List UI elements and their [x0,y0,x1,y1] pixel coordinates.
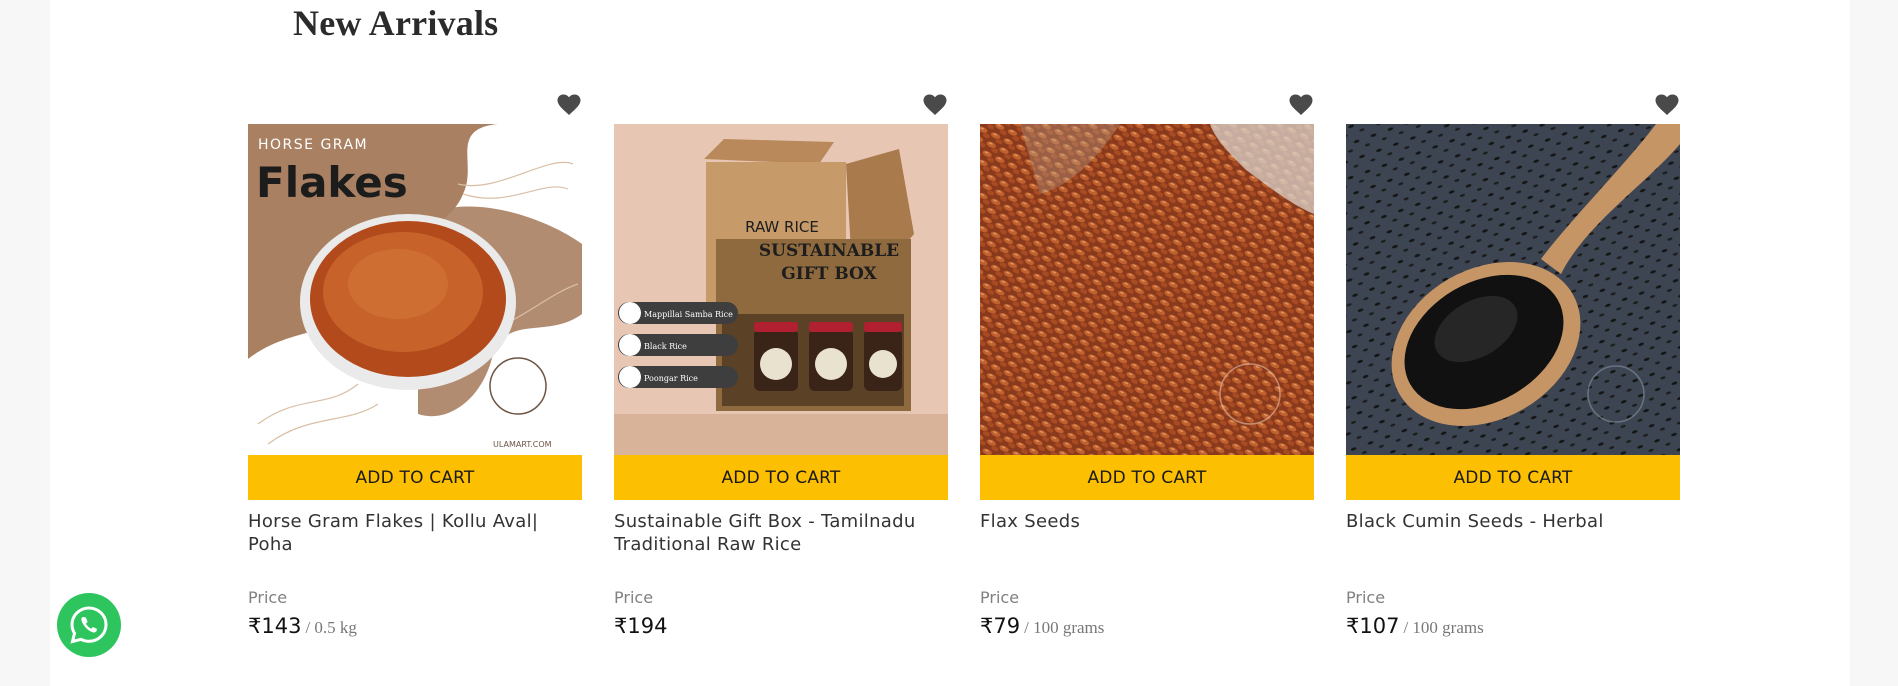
add-to-cart-button[interactable]: ADD TO CART [980,455,1314,500]
svg-text:HORSE GRAM: HORSE GRAM [258,137,368,153]
price-unit: / 0.5 kg [305,618,357,637]
wishlist-button[interactable] [1654,92,1680,118]
product-image[interactable] [1346,124,1680,455]
svg-text:SUSTAINABLE: SUSTAINABLE [759,241,899,261]
svg-text:Black Rice: Black Rice [644,342,687,351]
heart-icon [557,94,581,115]
add-to-cart-button[interactable]: ADD TO CART [614,455,948,500]
price-row: ₹107/ 100 grams [1346,614,1484,638]
price-unit: / 100 grams [1403,618,1484,637]
add-to-cart-button[interactable]: ADD TO CART [1346,455,1680,500]
whatsapp-chat-button[interactable] [57,593,121,657]
product-name[interactable]: Flax Seeds [980,510,1314,533]
product-name[interactable]: Horse Gram Flakes | Kollu Aval| Poha [248,510,582,556]
product-card: Mappillai Samba Rice Black Rice Poongar … [614,92,948,652]
price-value: ₹79 [980,614,1021,638]
svg-text:Mappillai Samba Rice: Mappillai Samba Rice [644,310,733,319]
product-name[interactable]: Sustainable Gift Box - Tamilnadu Traditi… [614,510,948,556]
price-row: ₹143/ 0.5 kg [248,614,357,638]
heart-icon [923,94,947,115]
wishlist-button[interactable] [922,92,948,118]
price-label: Price [614,588,654,607]
product-image[interactable]: HORSE GRAM Flakes ULAMART.COM [248,124,582,455]
wishlist-button[interactable] [556,92,582,118]
product-card: ADD TO CART Black Cumin Seeds - Herbal P… [1346,92,1680,652]
price-row: ₹79/ 100 grams [980,614,1104,638]
section-title: New Arrivals [293,3,499,43]
product-image[interactable]: Mappillai Samba Rice Black Rice Poongar … [614,124,948,455]
price-label: Price [248,588,288,607]
product-card: HORSE GRAM Flakes ULAMART.COM ADD TO CAR… [248,92,582,652]
price-label: Price [980,588,1020,607]
svg-text:Flakes: Flakes [256,158,408,207]
heart-icon [1289,94,1313,115]
wishlist-button[interactable] [1288,92,1314,118]
svg-text:RAW RICE: RAW RICE [745,218,819,236]
product-name[interactable]: Black Cumin Seeds - Herbal [1346,510,1680,533]
page-container: New Arrivals HORSE GRAM Flakes ULAMART.C… [50,0,1850,686]
product-card: ADD TO CART Flax Seeds Price ₹79/ 100 gr… [980,92,1314,652]
whatsapp-icon [70,606,108,644]
price-value: ₹107 [1346,614,1400,638]
svg-text:ULAMART.COM: ULAMART.COM [493,440,552,449]
svg-text:GIFT BOX: GIFT BOX [781,264,877,284]
add-to-cart-button[interactable]: ADD TO CART [248,455,582,500]
svg-text:Poongar Rice: Poongar Rice [644,374,698,383]
price-label: Price [1346,588,1386,607]
price-row: ₹194 [614,614,671,638]
price-value: ₹143 [248,614,302,638]
product-image[interactable] [980,124,1314,455]
price-value: ₹194 [614,614,668,638]
heart-icon [1655,94,1679,115]
price-unit: / 100 grams [1024,618,1105,637]
